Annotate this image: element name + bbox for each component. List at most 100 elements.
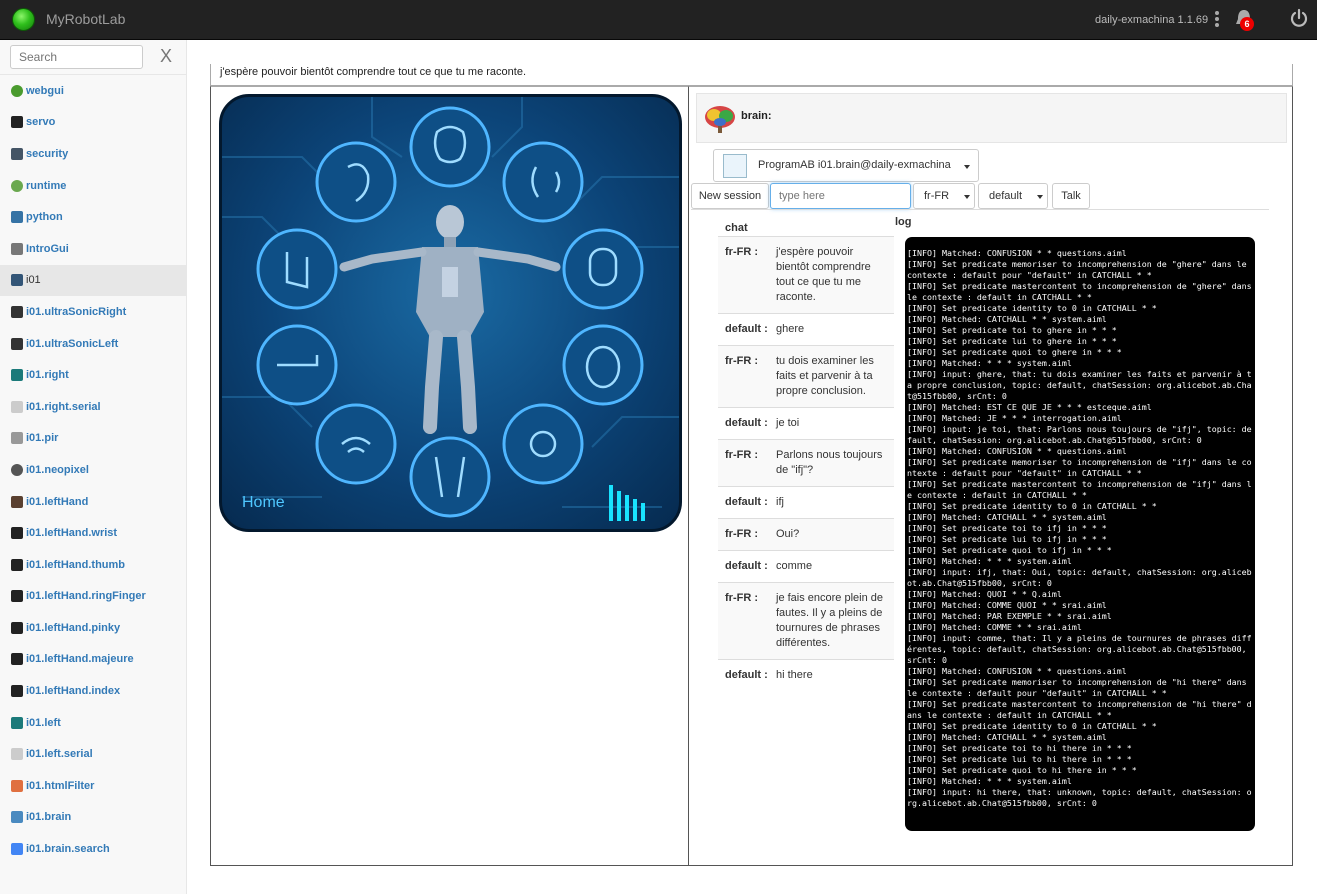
log-line: [INFO] Set predicate mastercontent to in… bbox=[907, 281, 1252, 302]
log-line: [INFO] Set predicate toi to hi there in … bbox=[907, 743, 1132, 753]
log-line: [INFO] Set predicate lui to ghere in * *… bbox=[907, 336, 1117, 346]
sidebar: X webgui servo security runtime python IntroG… bbox=[0, 40, 187, 894]
chat-row: default : hi there bbox=[718, 659, 894, 691]
sidebar-item[interactable]: i01.right bbox=[0, 359, 186, 391]
sidebar-item-label: webgui bbox=[26, 84, 64, 97]
sidebar-item[interactable]: i01.leftHand.thumb bbox=[0, 549, 186, 581]
chat-speaker: fr-FR : bbox=[725, 592, 758, 604]
log-line: [INFO] Set predicate identity to 0 in CA… bbox=[907, 721, 1157, 731]
app-logo-icon[interactable] bbox=[12, 8, 35, 31]
top-navbar: MyRobotLab daily-exmachina 1.1.69 6 bbox=[0, 0, 1317, 40]
sidebar-item[interactable]: runtime bbox=[0, 170, 186, 202]
servo-icon bbox=[11, 558, 23, 571]
sidebar-item[interactable]: i01.leftHand.wrist bbox=[0, 517, 186, 549]
log-line: [INFO] Set predicate identity to 0 in CA… bbox=[907, 501, 1157, 511]
sidebar-item[interactable]: i01.leftHand.pinky bbox=[0, 612, 186, 644]
service-list: webgui servo security runtime python IntroGui… bbox=[0, 74, 186, 865]
sidebar-item[interactable]: i01.right.serial bbox=[0, 391, 186, 423]
log-line: [INFO] Matched: EST CE QUE JE * * * estc… bbox=[907, 402, 1152, 412]
face-module-button bbox=[562, 324, 644, 406]
arduino-icon bbox=[11, 369, 23, 382]
sidebar-item-label: i01.right.serial bbox=[26, 400, 101, 413]
log-line: [INFO] Matched: COMME QUOI * * srai.aiml bbox=[907, 600, 1107, 610]
brain-pane: brain: ProgramAB i01.brain@daily-exmachi… bbox=[688, 86, 1293, 866]
sidebar-item-label: i01.neopixel bbox=[26, 463, 89, 476]
more-menu-icon[interactable] bbox=[1213, 10, 1221, 30]
python-icon bbox=[11, 211, 23, 224]
runtime-icon bbox=[11, 179, 23, 192]
servo-icon bbox=[11, 590, 23, 603]
chat-row: fr-FR : Oui? bbox=[718, 518, 894, 550]
chat-input[interactable] bbox=[770, 183, 911, 209]
chat-row: fr-FR : je fais encore plein de fautes. I… bbox=[718, 582, 894, 659]
sidebar-item-label: i01.leftHand.thumb bbox=[26, 558, 126, 571]
hand-module-button bbox=[256, 228, 338, 310]
chat-speaker: default : bbox=[725, 560, 768, 572]
brain-icon bbox=[11, 811, 23, 824]
sidebar-item[interactable]: i01.left.serial bbox=[0, 738, 186, 770]
log-line: [INFO] Set predicate toi to ifj in * * * bbox=[907, 523, 1107, 533]
sidebar-item[interactable]: i01.leftHand bbox=[0, 486, 186, 518]
log-line: [INFO] Matched: QUOI * * Q.aiml bbox=[907, 589, 1062, 599]
servo-icon bbox=[11, 116, 23, 129]
divider bbox=[691, 209, 1269, 210]
sidebar-item[interactable]: i01.left bbox=[0, 707, 186, 739]
chat-message: Parlons nous toujours de "ifj"? bbox=[776, 449, 883, 476]
log-line: [INFO] Set predicate toi to ghere in * *… bbox=[907, 325, 1117, 335]
talk-button[interactable]: Talk bbox=[1052, 183, 1090, 209]
chat-message: ifj bbox=[776, 496, 784, 508]
sidebar-item-label: i01.left bbox=[26, 716, 61, 729]
log-line: [INFO] Set predicate memoriser to incomp… bbox=[907, 259, 1252, 280]
chat-row: default : ghere bbox=[718, 313, 894, 345]
power-icon[interactable] bbox=[1289, 8, 1309, 28]
sidebar-item[interactable]: i01.ultraSonicLeft bbox=[0, 328, 186, 360]
chat-speaker: default : bbox=[725, 496, 768, 508]
sidebar-item[interactable]: i01.neopixel bbox=[0, 454, 186, 486]
sidebar-item[interactable]: python bbox=[0, 201, 186, 233]
chat-table: fr-FR : j'espère pouvoir bientôt comprend… bbox=[718, 236, 894, 691]
hand-icon bbox=[11, 495, 23, 508]
arduino-icon bbox=[11, 716, 23, 729]
sidebar-item-label: i01.leftHand.wrist bbox=[26, 527, 118, 540]
language-select[interactable]: fr-FR bbox=[913, 183, 975, 209]
sidebar-item-label: runtime bbox=[26, 179, 67, 192]
sidebar-item-label: i01.brain bbox=[26, 811, 72, 824]
sidebar-item[interactable]: webgui bbox=[0, 75, 186, 107]
home-link[interactable]: Home bbox=[242, 494, 285, 512]
app-title[interactable]: MyRobotLab bbox=[46, 11, 125, 27]
chat-message: j'espère pouvoir bientôt comprendre tout… bbox=[776, 246, 871, 303]
clear-search-button[interactable]: X bbox=[160, 46, 172, 67]
lock-icon bbox=[11, 147, 23, 160]
robot-figure bbox=[339, 205, 561, 434]
sidebar-item-label: i01.right bbox=[26, 369, 69, 382]
new-session-button[interactable]: New session bbox=[691, 183, 769, 209]
sidebar-item[interactable]: i01.pir bbox=[0, 423, 186, 455]
sidebar-item[interactable]: i01.brain.search bbox=[0, 833, 186, 865]
sidebar-item[interactable]: IntroGui bbox=[0, 233, 186, 265]
sidebar-item[interactable]: i01 bbox=[0, 264, 186, 297]
chat-message: Oui? bbox=[776, 528, 800, 540]
log-line: [INFO] Matched: CONFUSION * * questions.… bbox=[907, 248, 1127, 258]
chat-row: default : ifj bbox=[718, 486, 894, 518]
service-select[interactable]: ProgramAB i01.brain@daily-exmachina bbox=[713, 149, 979, 182]
sidebar-item[interactable]: i01.htmlFilter bbox=[0, 770, 186, 802]
search-input[interactable] bbox=[10, 45, 143, 69]
bot-value: default bbox=[989, 190, 1023, 202]
servo-icon bbox=[11, 527, 23, 540]
sidebar-item[interactable]: servo bbox=[0, 107, 186, 139]
notification-badge[interactable]: 6 bbox=[1240, 17, 1254, 31]
sidebar-item[interactable]: i01.leftHand.index bbox=[0, 675, 186, 707]
inmoov-graphic bbox=[222, 97, 679, 521]
log-line: [INFO] Set predicate quoi to ghere in * … bbox=[907, 347, 1122, 357]
sidebar-item[interactable]: i01.leftHand.ringFinger bbox=[0, 581, 186, 613]
sidebar-item[interactable]: i01.leftHand.majeure bbox=[0, 644, 186, 676]
bot-select[interactable]: default bbox=[978, 183, 1048, 209]
sidebar-item[interactable]: i01.ultraSonicRight bbox=[0, 296, 186, 328]
sidebar-item-label: security bbox=[26, 147, 69, 160]
sidebar-item[interactable]: security bbox=[0, 138, 186, 170]
servo-icon bbox=[11, 653, 23, 666]
chat-row: default : je toi bbox=[718, 407, 894, 439]
log-line: [INFO] Set predicate quoi to ifj in * * … bbox=[907, 545, 1112, 555]
log-line: [INFO] Matched: * * * system.aiml bbox=[907, 556, 1072, 566]
sidebar-item[interactable]: i01.brain bbox=[0, 802, 186, 834]
